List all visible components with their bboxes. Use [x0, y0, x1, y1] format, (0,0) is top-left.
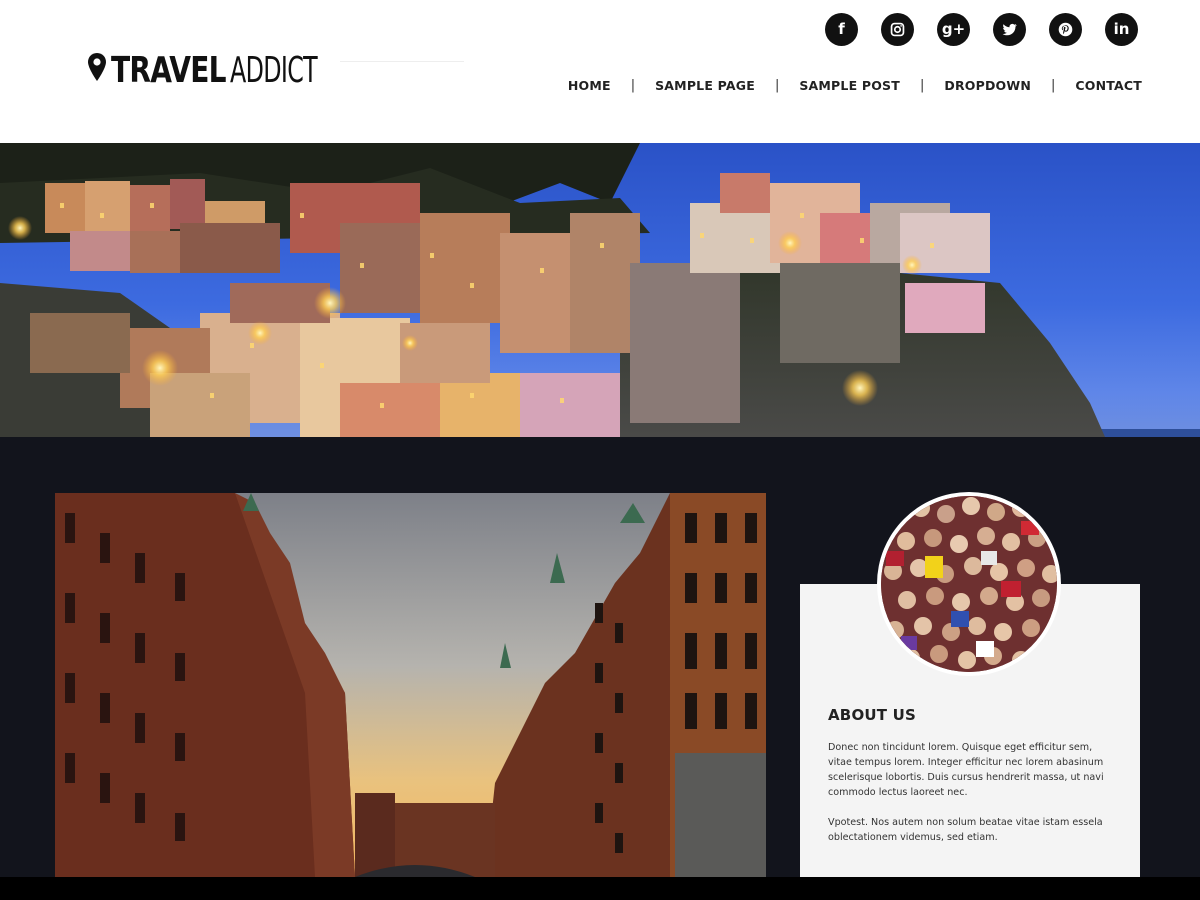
facebook-button[interactable]: f	[825, 13, 858, 46]
twitter-icon	[1002, 23, 1017, 36]
instagram-icon	[890, 22, 905, 37]
nav-separator: |	[919, 78, 925, 93]
site-logo[interactable]: TRAVEL ADDICT	[86, 50, 362, 92]
about-us-paragraph-1: Donec non tincidunt lorem. Quisque eget …	[828, 742, 1104, 798]
crowd-illustration	[881, 496, 1057, 672]
nav-item-dropdown[interactable]: DROPDOWN	[944, 78, 1031, 93]
about-us-title: ABOUT US	[828, 706, 917, 724]
nav-item-home[interactable]: HOME	[568, 78, 611, 93]
nav-item-contact[interactable]: CONTACT	[1075, 78, 1142, 93]
warehouse-canal-illustration	[55, 493, 766, 877]
google-plus-icon: g+	[941, 20, 966, 38]
bottom-bar	[0, 877, 1200, 900]
nav-item-sample-post[interactable]: SAMPLE POST	[799, 78, 900, 93]
site-header: TRAVEL ADDICT f g+ in HOME | SAMPLE PAGE…	[0, 0, 1200, 143]
map-pin-icon	[88, 53, 106, 81]
featured-post-image[interactable]	[55, 493, 766, 877]
logo-text-light: ADDICT	[230, 50, 318, 91]
google-plus-button[interactable]: g+	[937, 13, 970, 46]
hero-banner-image	[0, 143, 1200, 437]
nav-separator: |	[630, 78, 636, 93]
nav-separator: |	[1051, 78, 1056, 93]
social-links: f g+ in	[825, 13, 1138, 46]
nav-item-sample-page[interactable]: SAMPLE PAGE	[655, 78, 755, 93]
twitter-button[interactable]	[993, 13, 1026, 46]
hero-village-illustration	[0, 143, 1200, 437]
logo-underline	[340, 61, 464, 62]
logo-text-bold: TRAVEL	[111, 50, 227, 91]
about-avatar	[877, 492, 1061, 676]
pinterest-icon	[1058, 22, 1073, 37]
instagram-button[interactable]	[881, 13, 914, 46]
about-us-paragraph-2: Vpotest. Nos autem non solum beatae vita…	[828, 817, 1103, 843]
nav-separator: |	[774, 78, 780, 93]
facebook-icon: f	[838, 20, 845, 38]
linkedin-button[interactable]: in	[1105, 13, 1138, 46]
pinterest-button[interactable]	[1049, 13, 1082, 46]
main-nav: HOME | SAMPLE PAGE | SAMPLE POST | DROPD…	[568, 78, 1142, 93]
crowd-photo	[881, 496, 1057, 672]
linkedin-icon: in	[1113, 20, 1130, 38]
